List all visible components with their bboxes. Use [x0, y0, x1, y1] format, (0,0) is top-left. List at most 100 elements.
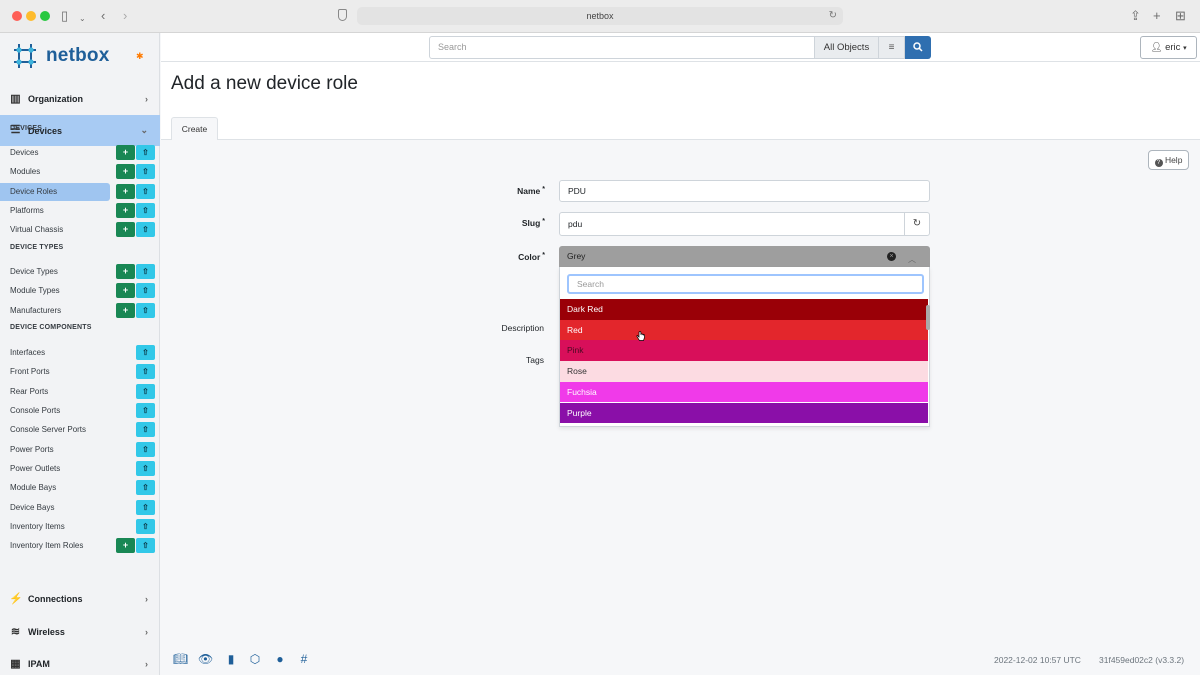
footer-version: 31f459ed02c2 (v3.3.2) — [1099, 655, 1185, 665]
import-button[interactable]: ⇧ — [136, 422, 155, 437]
import-button[interactable]: ⇧ — [136, 264, 155, 279]
import-button[interactable]: ⇧ — [136, 442, 155, 457]
sidebar-item-rear-ports[interactable]: Rear Ports ⇧ — [0, 383, 160, 401]
sidebar-item-device-bays[interactable]: Device Bays ⇧ — [0, 499, 160, 517]
minimize-window-button[interactable] — [26, 11, 36, 21]
clear-selection-icon[interactable]: × — [887, 252, 896, 261]
required-mark: * — [542, 186, 545, 193]
dropdown-search-input[interactable]: Search — [567, 274, 924, 294]
sidebar-item-inventory-items[interactable]: Inventory Items ⇧ — [0, 518, 160, 536]
add-button[interactable]: + — [116, 264, 135, 279]
add-button[interactable]: + — [116, 184, 135, 199]
sidebar-item-virtual-chassis[interactable]: Virtual Chassis + ⇧ — [0, 221, 160, 239]
sidebar-item-label: Console Server Ports — [10, 425, 87, 434]
help-button[interactable]: ? Help — [1148, 150, 1189, 170]
add-button[interactable]: + — [116, 538, 135, 553]
zoom-window-button[interactable] — [40, 11, 50, 21]
sidebar-item-modules[interactable]: Modules + ⇧ — [0, 163, 160, 181]
add-button[interactable]: + — [116, 164, 135, 179]
sidebar-item-module-types[interactable]: Module Types + ⇧ — [0, 282, 160, 300]
import-button[interactable]: ⇧ — [136, 145, 155, 160]
graphql-icon[interactable]: ⬡ — [248, 652, 262, 666]
import-button[interactable]: ⇧ — [136, 203, 155, 218]
privacy-shield-icon[interactable] — [338, 9, 347, 21]
pin-sidebar-icon[interactable]: ✱ — [136, 51, 144, 62]
global-search-input[interactable]: Search — [429, 36, 815, 59]
color-option[interactable]: Pink — [560, 340, 928, 362]
search-scope-select[interactable]: All Objects — [815, 36, 879, 59]
import-button[interactable]: ⇧ — [136, 364, 155, 379]
color-label: Color * — [518, 252, 545, 262]
import-button[interactable]: ⇧ — [136, 283, 155, 298]
menu-wireless[interactable]: ≋ Wireless › — [0, 618, 160, 646]
sidebar-item-devices[interactable]: Devices + ⇧ — [0, 144, 160, 162]
menu-organization[interactable]: ▥ Organization › — [0, 85, 160, 113]
slug-input[interactable]: pdu — [559, 212, 905, 236]
sidebar-item-manufacturers[interactable]: Manufacturers + ⇧ — [0, 302, 160, 320]
api-icon[interactable]: 👁︎ — [198, 652, 213, 666]
color-option[interactable]: Dark Red — [560, 299, 928, 320]
sidebar-item-device-types[interactable]: Device Types + ⇧ — [0, 263, 160, 281]
menu-ipam[interactable]: ▦ IPAM › — [0, 650, 160, 675]
book-icon[interactable]: ▮ — [224, 652, 238, 666]
import-button[interactable]: ⇧ — [136, 461, 155, 476]
github-icon[interactable]: ● — [273, 652, 287, 666]
import-button[interactable]: ⇧ — [136, 384, 155, 399]
sidebar-item-interfaces[interactable]: Interfaces ⇧ — [0, 344, 160, 362]
chevron-down-icon[interactable]: ⌄ — [79, 11, 86, 27]
import-button[interactable]: ⇧ — [136, 500, 155, 515]
sidebar-item-console-ports[interactable]: Console Ports ⇧ — [0, 402, 160, 420]
sidebar-item-inventory-item-roles[interactable]: Inventory Item Roles + ⇧ — [0, 537, 160, 555]
regenerate-slug-button[interactable]: ↻ — [904, 212, 930, 236]
sidebar-item-front-ports[interactable]: Front Ports ⇧ — [0, 363, 160, 381]
sidebar-item-console-server-ports[interactable]: Console Server Ports ⇧ — [0, 421, 160, 439]
import-button[interactable]: ⇧ — [136, 222, 155, 237]
import-button[interactable]: ⇧ — [136, 303, 155, 318]
reload-icon[interactable]: ↻ — [829, 7, 837, 25]
import-button[interactable]: ⇧ — [136, 164, 155, 179]
import-button[interactable]: ⇧ — [136, 184, 155, 199]
sidebar-item-power-outlets[interactable]: Power Outlets ⇧ — [0, 460, 160, 478]
docs-icon[interactable]: 📖︎ — [173, 652, 188, 666]
sidebar-item-module-bays[interactable]: Module Bays ⇧ — [0, 479, 160, 497]
import-button[interactable]: ⇧ — [136, 480, 155, 495]
close-window-button[interactable] — [12, 11, 22, 21]
share-icon[interactable]: ⇪ — [1130, 8, 1141, 24]
address-bar[interactable]: netbox ↻ — [357, 7, 843, 25]
sidebar-item-device-roles[interactable]: Device Roles + ⇧ — [0, 183, 155, 201]
dropdown-scrollbar[interactable] — [926, 305, 930, 330]
forward-icon[interactable]: › — [123, 8, 127, 24]
user-icon: 👤︎ — [1150, 42, 1163, 53]
color-option[interactable]: Purple — [560, 402, 928, 424]
chevron-right-icon: › — [145, 659, 148, 669]
netbox-logo[interactable]: netbox — [10, 41, 109, 71]
color-option[interactable]: Fuchsia — [560, 381, 928, 403]
user-menu-button[interactable]: 👤︎ eric ▾ — [1140, 36, 1197, 59]
import-button[interactable]: ⇧ — [136, 538, 155, 553]
color-option[interactable]: Red — [560, 319, 928, 341]
sidebar-item-platforms[interactable]: Platforms + ⇧ — [0, 202, 160, 220]
import-button[interactable]: ⇧ — [136, 345, 155, 360]
tab-create[interactable]: Create — [171, 117, 218, 140]
slack-icon[interactable]: # — [297, 652, 311, 666]
color-dropdown: Search Dark Red Red Pink Rose Fuchsia Purple — [559, 267, 930, 427]
sidebar-item-power-ports[interactable]: Power Ports ⇧ — [0, 441, 160, 459]
filter-icon[interactable]: ≡ — [879, 36, 905, 59]
import-button[interactable]: ⇧ — [136, 519, 155, 534]
add-button[interactable]: + — [116, 283, 135, 298]
back-icon[interactable]: ‹ — [101, 8, 105, 24]
add-button[interactable]: + — [116, 303, 135, 318]
name-input[interactable]: PDU — [559, 180, 930, 202]
color-option[interactable]: Rose — [560, 361, 928, 382]
new-tab-icon[interactable]: + — [1153, 8, 1161, 24]
help-icon: ? — [1154, 159, 1163, 167]
color-select[interactable]: Grey × ︿ — [559, 246, 930, 267]
import-button[interactable]: ⇧ — [136, 403, 155, 418]
search-button[interactable] — [905, 36, 931, 59]
add-button[interactable]: + — [116, 203, 135, 218]
add-button[interactable]: + — [116, 222, 135, 237]
tabs-overview-icon[interactable]: ⊞ — [1175, 8, 1186, 24]
menu-connections[interactable]: ⚡ Connections › — [0, 585, 160, 613]
add-button[interactable]: + — [116, 145, 135, 160]
sidebar-toggle-icon[interactable]: ▯ — [61, 8, 68, 24]
